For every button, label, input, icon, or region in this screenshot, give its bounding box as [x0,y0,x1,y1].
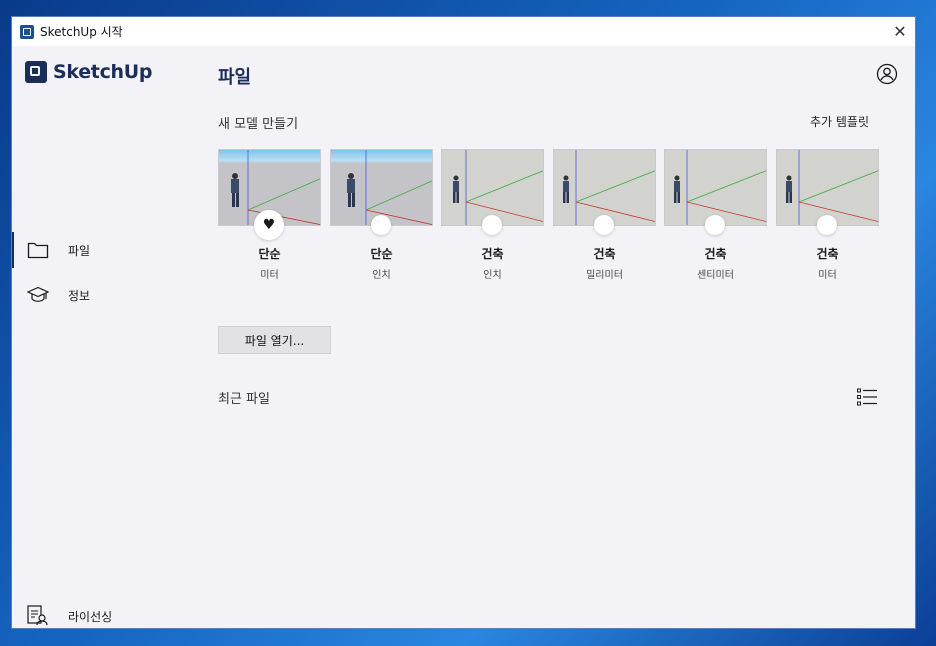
favorite-heart-icon[interactable] [594,215,614,235]
template-card[interactable]: 건축 인치 [441,149,544,289]
template-unit: 인치 [483,270,502,281]
favorite-heart-icon[interactable] [482,215,502,235]
sidebar-item-info[interactable]: 정보 [12,275,198,315]
page-title: 파일 [218,67,252,88]
template-name: 단순 [258,247,281,261]
sketchup-welcome-window: SketchUp 시작 ✕ SketchUp 파일 정보 라이선싱 파일 새 모… [11,16,916,629]
main-panel: 파일 새 모델 만들기 추가 템플릿 ♥ 단순 미터 단순 인치 건축 인치 건… [218,46,915,628]
sketchup-app-icon [20,24,34,39]
favorite-heart-icon[interactable] [371,215,391,235]
sidebar-item-files[interactable]: 파일 [12,230,198,270]
sidebar-item-label: 파일 [68,243,91,258]
template-name: 건축 [593,247,616,261]
sidebar: SketchUp 파일 정보 라이선싱 [12,46,198,628]
template-card[interactable]: 건축 밀리미터 [553,149,656,289]
template-unit: 밀리미터 [586,270,623,281]
window-title: SketchUp 시작 [40,25,123,39]
template-card[interactable]: ♥ 단순 미터 [218,149,321,289]
template-unit: 센티미터 [697,270,734,281]
sketchup-logo-icon [25,61,47,83]
graduation-cap-icon [26,283,50,307]
new-model-heading: 새 모델 만들기 [218,117,299,132]
template-card[interactable]: 건축 센티미터 [664,149,767,289]
template-name: 건축 [816,247,839,261]
title-bar: SketchUp 시작 ✕ [12,17,915,46]
favorite-heart-icon[interactable] [705,215,725,235]
template-card[interactable]: 단순 인치 [330,149,433,289]
more-templates-link[interactable]: 추가 템플릿 [810,113,869,130]
recent-files-heading: 최근 파일 [218,392,270,407]
active-indicator [12,232,14,268]
sidebar-item-licensing[interactable]: 라이선싱 [12,596,198,636]
template-unit: 미터 [818,270,837,281]
license-label: 라이선싱 [68,610,113,624]
template-card[interactable]: 건축 미터 [776,149,879,289]
open-file-button[interactable]: 파일 열기... [218,326,331,354]
template-unit: 인치 [372,270,391,281]
template-name: 건축 [481,247,504,261]
template-name: 건축 [704,247,727,261]
brand-name: SketchUp [53,61,153,83]
template-name: 단순 [370,247,393,261]
sidebar-item-label: 정보 [68,288,91,303]
template-unit: 미터 [260,270,279,281]
account-icon[interactable] [876,63,898,85]
license-icon [26,604,50,628]
sketchup-logo: SketchUp [25,61,153,83]
folder-icon [26,238,50,262]
close-button[interactable]: ✕ [885,17,915,46]
list-view-icon[interactable] [857,388,877,406]
favorite-heart-icon[interactable] [817,215,837,235]
favorite-heart-icon[interactable]: ♥ [254,210,284,240]
